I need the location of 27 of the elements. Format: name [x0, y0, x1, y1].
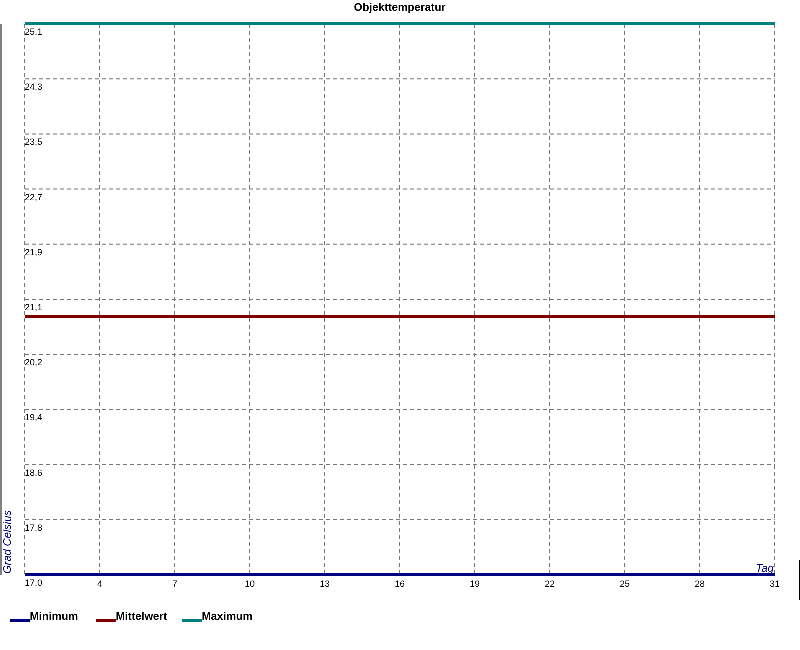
y-tick-label: 23,5	[25, 137, 43, 148]
y-tick-label: 17,8	[25, 522, 43, 533]
y-tick-label: 25,1	[25, 27, 43, 37]
legend-label: Minimum	[30, 611, 78, 623]
x-tick-label: 10	[245, 579, 255, 589]
y-tick-label: 21,9	[25, 247, 43, 258]
x-tick-label: 19	[470, 579, 480, 589]
x-tick-label: 7	[172, 579, 178, 589]
chart-title: Objekttemperatur	[354, 2, 446, 14]
y-tick-label: 18,6	[25, 468, 43, 478]
y-tick-label: 24,3	[25, 82, 43, 92]
x-tick-label: 13	[320, 579, 330, 589]
x-tick-label: 4	[98, 579, 102, 589]
x-tick-label: 16	[395, 579, 405, 589]
y-tick-label: 19,4	[25, 412, 43, 423]
x-tick-label: 28	[695, 579, 705, 589]
y-tick-label: 17,0	[25, 578, 43, 588]
x-tick-label: 22	[545, 579, 555, 589]
legend-label: Maximum	[202, 611, 253, 623]
y-tick-label: 21,1	[25, 302, 43, 312]
y-tick-label: 22,7	[25, 192, 43, 202]
x-tick-label: 25	[620, 579, 630, 589]
y-axis-label: Grad Celsius	[2, 510, 14, 574]
y-tick-label: 20,2	[25, 358, 43, 368]
x-tick-label: 31	[770, 579, 780, 589]
legend-label: Mittelwert	[116, 611, 168, 623]
x-axis-label: Tag	[756, 563, 774, 575]
